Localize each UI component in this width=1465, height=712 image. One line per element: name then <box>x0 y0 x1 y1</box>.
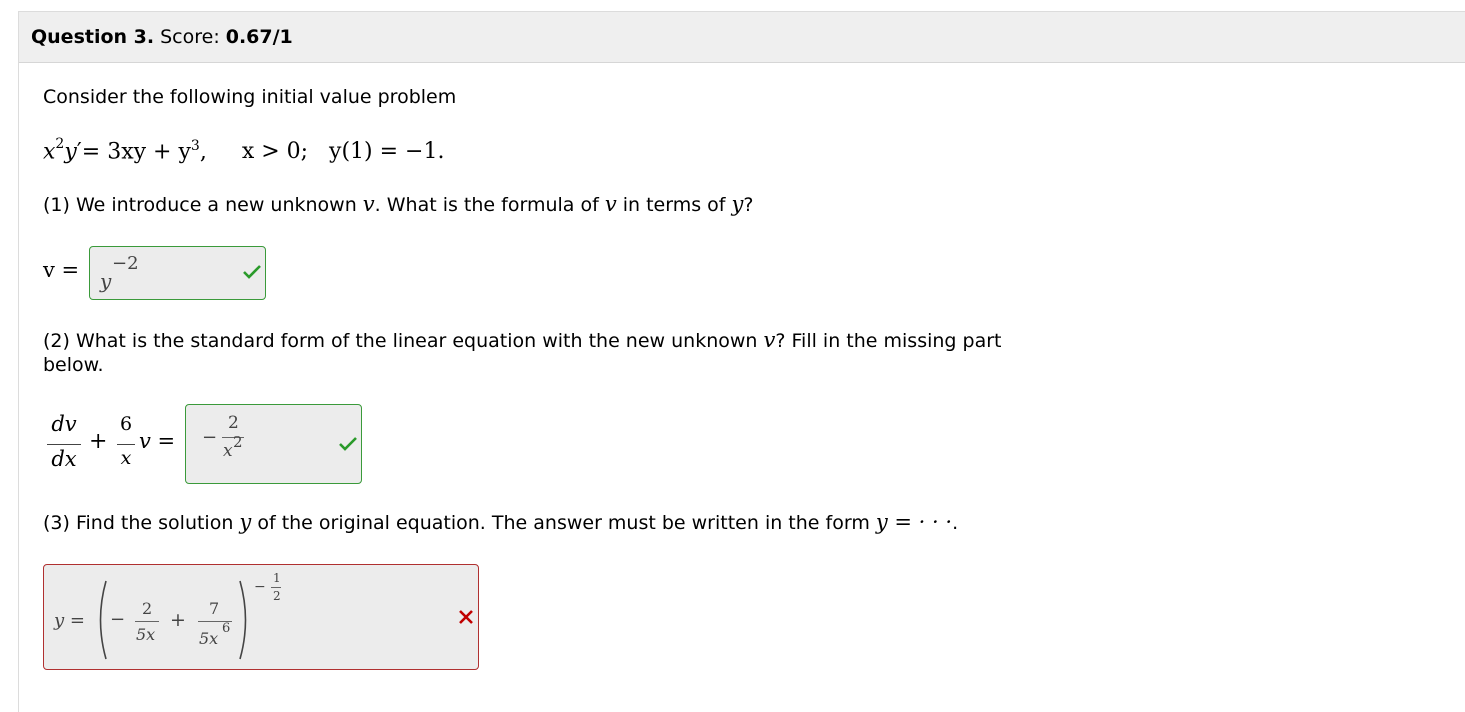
part3-f2-num: 7 <box>209 599 220 618</box>
part3-answer-field[interactable]: y = − 2 5x + 7 5x 6 − 1 2 <box>43 564 479 670</box>
part3-f2-den: 5x <box>199 629 219 648</box>
check-icon <box>242 261 262 285</box>
part2-answer-sign: − <box>202 427 218 448</box>
part3-f1-num: 2 <box>142 599 153 618</box>
part1-answer-field[interactable]: y −2 <box>89 246 266 300</box>
ivp-equation: x2y′= 3xy + y3, x > 0; y(1) = −1. <box>43 136 445 165</box>
part3-plus: + <box>170 609 186 631</box>
part3-exp-sign: − <box>254 579 266 595</box>
cross-icon <box>458 609 474 629</box>
left-paren-icon <box>99 580 107 660</box>
part2-answer-num: 2 <box>228 413 239 433</box>
score-label: Score: <box>160 26 220 48</box>
part1-prefix: v = <box>43 258 80 282</box>
part2-answer-den-exp: 2 <box>233 433 243 451</box>
question-header: Question 3. Score: 0.67/1 <box>19 12 1465 63</box>
part3-exp-num: 1 <box>273 571 281 585</box>
part1-answer-exp: −2 <box>112 253 139 274</box>
part3-f1-den: 5x <box>136 625 156 644</box>
part3-f2-den-exp: 6 <box>222 621 231 636</box>
score-value: 0.67/1 <box>225 26 293 48</box>
intro-text: Consider the following initial value pro… <box>43 86 457 108</box>
part2-lhs: dv dx + 6 x vv = = <box>43 405 183 475</box>
part1-answer-base: y <box>100 269 112 293</box>
question-label: Question 3. <box>31 26 155 48</box>
part3-question: (3) Find the solution y of the original … <box>43 510 959 534</box>
part2-answer-field[interactable]: − 2 x 2 <box>185 404 362 484</box>
right-paren-icon <box>239 580 247 660</box>
part3-answer-prefix: y = <box>54 610 85 631</box>
part3-answer-minus: − <box>110 609 126 630</box>
part2-question: (2) What is the standard form of the lin… <box>43 328 1002 376</box>
part2-answer-den: x <box>223 441 233 461</box>
check-icon <box>338 436 358 456</box>
part3-exp-den: 2 <box>273 589 281 603</box>
part1-question: (1) We introduce a new unknown v. What i… <box>43 192 754 216</box>
